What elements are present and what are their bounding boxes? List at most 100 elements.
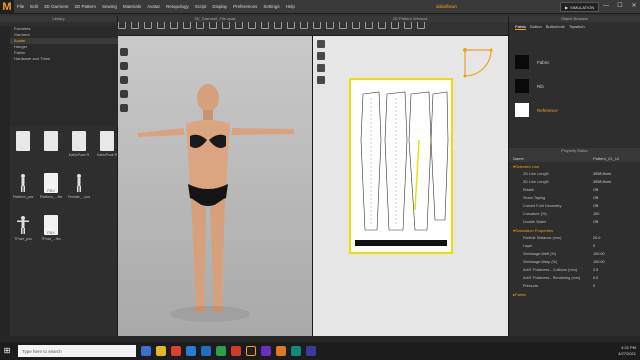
tab-fabric[interactable]: Fabric	[515, 24, 527, 30]
fabric-item[interactable]: Fabric	[515, 52, 639, 72]
property-value[interactable]: 100	[593, 212, 599, 216]
compass-gizmo-icon[interactable]	[461, 46, 501, 86]
pattern-pieces[interactable]	[351, 80, 451, 252]
pattern-grid-icon[interactable]	[317, 76, 325, 84]
library-file[interactable]: TPose_pos	[10, 215, 36, 247]
menu-sewing[interactable]: Sewing	[99, 4, 120, 9]
library-file[interactable]	[10, 131, 36, 163]
texture-display-icon[interactable]	[120, 76, 128, 84]
name-value[interactable]: Pattern_01_12	[593, 156, 619, 161]
task-view-icon[interactable]	[141, 346, 151, 356]
property-row: Seam Taping Off	[509, 194, 640, 202]
pattern-zoom-icon[interactable]	[317, 64, 325, 72]
fabric-swatch	[515, 55, 529, 69]
library-file[interactable]: Female_...pos	[66, 173, 92, 205]
section-title: Fabric	[515, 291, 527, 297]
file-label: KabloPose R	[96, 153, 118, 157]
app-icon[interactable]	[276, 346, 286, 356]
section-simulation-properties[interactable]: ▾ Simulation Properties	[509, 226, 640, 234]
property-value[interactable]: 0	[593, 244, 595, 248]
menu-2d-pattern[interactable]: 2D Pattern	[72, 4, 100, 9]
menu-edit[interactable]: Edit	[27, 4, 41, 9]
property-row: 3D Line Length 3958.9mm	[509, 178, 640, 186]
property-label: Shrinkage-Warp (%)	[523, 260, 558, 264]
menu-avatar[interactable]: Avatar	[144, 4, 163, 9]
app-icon[interactable]	[306, 346, 316, 356]
library-file[interactable]: FBX TPose_...fbx	[38, 215, 64, 247]
camera-icon[interactable]	[120, 104, 128, 112]
menu-display[interactable]: Display	[209, 4, 230, 9]
property-value[interactable]: 3958.9mm	[593, 172, 611, 176]
excel-icon[interactable]	[216, 346, 226, 356]
system-tray[interactable]: 4:32 PM 4/27/2021	[618, 345, 636, 357]
property-row: Curvature (%) 100	[509, 210, 640, 218]
library-file[interactable]: FBX Platform_...fbx	[38, 173, 64, 205]
library-file[interactable]	[38, 131, 64, 163]
menu-settings[interactable]: Settings	[260, 4, 282, 9]
property-value[interactable]: Off	[593, 204, 598, 208]
avatar-model[interactable]	[118, 36, 312, 336]
library-file[interactable]: KabloPose R	[94, 131, 120, 163]
simulation-button[interactable]: ▶ SIMULATION	[560, 2, 600, 12]
windows-start-icon[interactable]: ⊞	[0, 342, 14, 360]
menu-materials[interactable]: Materials	[120, 4, 144, 9]
menu-file[interactable]: File	[14, 4, 27, 9]
file-explorer-icon[interactable]	[156, 346, 166, 356]
name-label: Name	[513, 155, 524, 161]
library-file[interactable]: KabloPose R	[66, 131, 92, 163]
user-name[interactable]: dddallstart	[436, 4, 457, 9]
pattern-reference-sheet[interactable]	[349, 78, 453, 254]
tab-buttonhole[interactable]: Buttonhole	[546, 24, 565, 29]
tab-button[interactable]: Button	[530, 24, 542, 29]
menu-3d-garment[interactable]: 3D Garment	[41, 4, 72, 9]
taskbar-search-input[interactable]: Type here to search	[18, 345, 136, 357]
clo3d-taskbar-icon[interactable]	[246, 346, 256, 356]
property-label: Shrinkage-Weft (%)	[523, 252, 557, 256]
2d-pattern-window[interactable]	[312, 36, 508, 336]
fabric-name: Fabric	[537, 59, 550, 65]
menu-script[interactable]: Script	[192, 4, 210, 9]
library-title: Library	[0, 16, 117, 22]
avatar-display-icon[interactable]	[120, 62, 128, 70]
chrome-icon[interactable]	[171, 346, 181, 356]
powerpoint-icon[interactable]	[231, 346, 241, 356]
property-value[interactable]: Off	[593, 196, 598, 200]
tree-item-hardware[interactable]: Hardware and Trims	[10, 56, 118, 62]
library-file[interactable]: Platform_pos	[10, 173, 36, 205]
property-value[interactable]: 0	[593, 284, 595, 288]
property-value[interactable]: 20.0	[593, 236, 600, 240]
property-editor: Property Editor Name Pattern_01_12 ▾ Sel…	[508, 148, 640, 336]
maximize-icon[interactable]: ☐	[616, 2, 624, 10]
property-row: Shrinkage-Warp (%) 100.00	[509, 258, 640, 266]
menu-retopology[interactable]: Retopology	[163, 4, 192, 9]
property-value[interactable]: 100.00	[593, 260, 605, 264]
app-icon[interactable]	[291, 346, 301, 356]
minimize-icon[interactable]: —	[602, 2, 610, 10]
section-fabric[interactable]: ▸ Fabric	[509, 290, 640, 298]
menu-preferences[interactable]: Preferences	[230, 4, 260, 9]
pattern-edit-icon[interactable]	[317, 52, 325, 60]
display-mode-icon[interactable]	[120, 48, 128, 56]
lighting-icon[interactable]	[120, 90, 128, 98]
fabric-item[interactable]: Reference	[515, 100, 639, 120]
2d-view-toolbar	[317, 40, 325, 84]
property-value[interactable]: 0.0	[593, 276, 598, 280]
menu-help[interactable]: Help	[283, 4, 298, 9]
property-value[interactable]: Off	[593, 188, 598, 192]
property-value[interactable]: 100.00	[593, 252, 605, 256]
property-value[interactable]: 2.5	[593, 268, 598, 272]
library-file	[94, 173, 120, 205]
3d-viewport[interactable]	[118, 36, 312, 336]
app-icon[interactable]	[261, 346, 271, 356]
tab-topstitch[interactable]: Topstitch	[569, 24, 585, 29]
property-label: Pressure	[523, 284, 539, 288]
close-icon[interactable]: ✕	[630, 2, 638, 10]
section-selected-line[interactable]: ▾ Selected Line	[509, 162, 640, 170]
property-value[interactable]: Off	[593, 220, 598, 224]
fabric-item[interactable]: Rib	[515, 76, 639, 96]
pattern-select-icon[interactable]	[317, 40, 325, 48]
edge-icon[interactable]	[186, 346, 196, 356]
outlook-icon[interactable]	[201, 346, 211, 356]
property-label: 3D Line Length	[523, 180, 549, 184]
property-value[interactable]: 3958.9mm	[593, 180, 611, 184]
